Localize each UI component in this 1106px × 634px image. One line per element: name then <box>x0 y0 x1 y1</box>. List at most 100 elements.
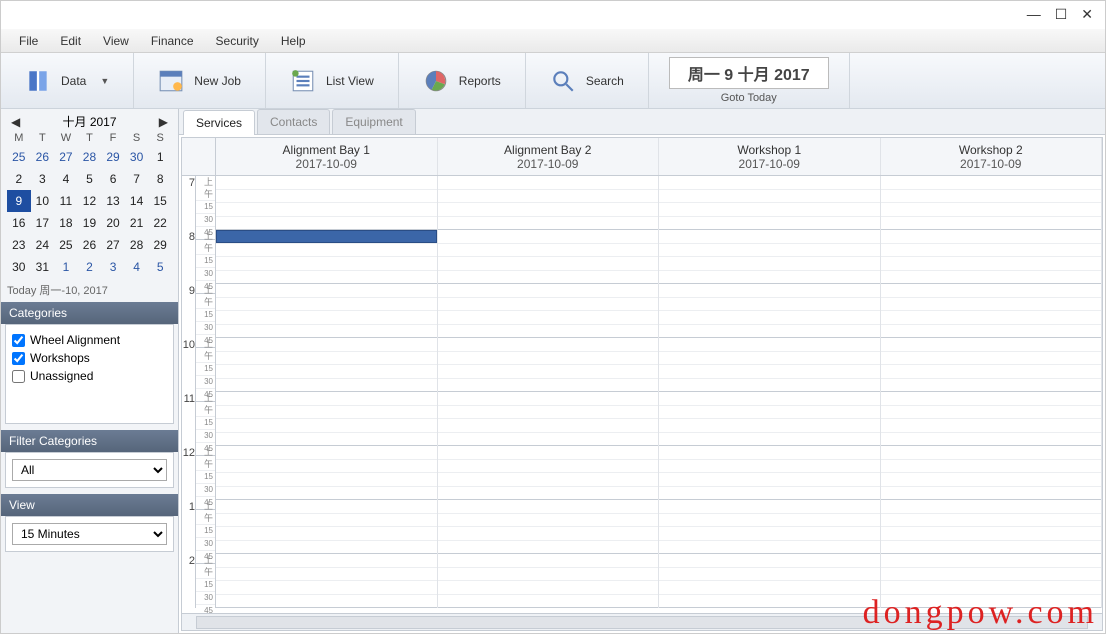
calendar-day[interactable]: 30 <box>7 256 31 278</box>
schedule-cell[interactable] <box>659 230 881 284</box>
category-checkbox[interactable] <box>12 370 25 383</box>
reports-button[interactable]: Reports <box>399 53 526 108</box>
calendar-day[interactable]: 1 <box>54 256 78 278</box>
minimize-icon[interactable]: — <box>1027 7 1041 23</box>
calendar-day[interactable]: 26 <box>31 146 55 168</box>
calendar-day[interactable]: 31 <box>31 256 55 278</box>
tab-equipment[interactable]: Equipment <box>332 109 415 134</box>
calendar-day[interactable]: 18 <box>54 212 78 234</box>
calendar-day[interactable]: 28 <box>125 234 149 256</box>
schedule-cell[interactable] <box>881 554 1103 608</box>
schedule-cell[interactable] <box>216 338 438 392</box>
prev-month-icon[interactable]: ◀ <box>7 115 24 129</box>
schedule-cell[interactable] <box>881 392 1103 446</box>
calendar-day[interactable]: 7 <box>125 168 149 190</box>
schedule-cell[interactable] <box>659 338 881 392</box>
calendar-day[interactable]: 5 <box>78 168 102 190</box>
today-link[interactable]: Today 周一-10, 2017 <box>1 280 178 302</box>
schedule-cell[interactable] <box>438 554 660 608</box>
next-month-icon[interactable]: ▶ <box>155 115 172 129</box>
menu-file[interactable]: File <box>9 31 48 50</box>
calendar-day[interactable]: 3 <box>101 256 125 278</box>
schedule-cell[interactable] <box>438 500 660 554</box>
category-checkbox[interactable] <box>12 352 25 365</box>
category-item[interactable]: Wheel Alignment <box>12 331 167 349</box>
schedule-cell[interactable] <box>881 230 1103 284</box>
calendar-day[interactable]: 21 <box>125 212 149 234</box>
schedule-cell[interactable] <box>438 284 660 338</box>
calendar-day[interactable]: 13 <box>101 190 125 212</box>
schedule-cell[interactable] <box>216 554 438 608</box>
calendar-day[interactable]: 28 <box>78 146 102 168</box>
schedule-cell[interactable] <box>216 284 438 338</box>
calendar-day[interactable]: 27 <box>54 146 78 168</box>
calendar-day[interactable]: 5 <box>148 256 172 278</box>
schedule-cell[interactable] <box>881 338 1103 392</box>
calendar-day[interactable]: 6 <box>101 168 125 190</box>
close-icon[interactable]: ✕ <box>1081 7 1093 23</box>
new-job-button[interactable]: New Job <box>134 53 266 108</box>
schedule-cell[interactable] <box>659 500 881 554</box>
menu-help[interactable]: Help <box>271 31 316 50</box>
schedule-cell[interactable] <box>438 176 660 230</box>
calendar-day[interactable]: 16 <box>7 212 31 234</box>
schedule-cell[interactable] <box>881 176 1103 230</box>
calendar-day[interactable]: 9 <box>7 190 31 212</box>
filter-select[interactable]: All <box>12 459 167 481</box>
calendar-day[interactable]: 2 <box>78 256 102 278</box>
schedule-cell[interactable] <box>881 284 1103 338</box>
calendar-day[interactable]: 3 <box>31 168 55 190</box>
calendar-day[interactable]: 23 <box>7 234 31 256</box>
calendar-day[interactable]: 27 <box>101 234 125 256</box>
schedule-cell[interactable] <box>881 446 1103 500</box>
calendar-day[interactable]: 10 <box>31 190 55 212</box>
schedule-cell[interactable] <box>216 230 438 284</box>
schedule-cell[interactable] <box>216 392 438 446</box>
category-item[interactable]: Workshops <box>12 349 167 367</box>
maximize-icon[interactable]: ☐ <box>1055 7 1068 23</box>
calendar-day[interactable]: 4 <box>125 256 149 278</box>
calendar-day[interactable]: 25 <box>54 234 78 256</box>
calendar-day[interactable]: 2 <box>7 168 31 190</box>
appointment[interactable] <box>216 230 437 243</box>
schedule-cell[interactable] <box>659 392 881 446</box>
schedule-cell[interactable] <box>659 176 881 230</box>
calendar-day[interactable]: 26 <box>78 234 102 256</box>
search-button[interactable]: Search <box>526 53 649 108</box>
schedule-cell[interactable] <box>659 284 881 338</box>
data-button[interactable]: Data ▼ <box>1 53 134 108</box>
menu-finance[interactable]: Finance <box>141 31 204 50</box>
schedule-cell[interactable] <box>216 500 438 554</box>
schedule-cell[interactable] <box>438 392 660 446</box>
list-view-button[interactable]: List View <box>266 53 399 108</box>
calendar-day[interactable]: 19 <box>78 212 102 234</box>
calendar-day[interactable]: 1 <box>148 146 172 168</box>
schedule-cell[interactable] <box>216 176 438 230</box>
view-select[interactable]: 15 Minutes <box>12 523 167 545</box>
menu-edit[interactable]: Edit <box>50 31 91 50</box>
calendar-day[interactable]: 29 <box>101 146 125 168</box>
schedule-cell[interactable] <box>438 230 660 284</box>
goto-today[interactable]: 周一 9 十月 2017 Goto Today <box>649 53 850 108</box>
schedule-cell[interactable] <box>438 446 660 500</box>
horizontal-scrollbar[interactable] <box>182 613 1102 630</box>
schedule-cell[interactable] <box>659 554 881 608</box>
category-checkbox[interactable] <box>12 334 25 347</box>
calendar-day[interactable]: 8 <box>148 168 172 190</box>
tab-services[interactable]: Services <box>183 110 255 135</box>
menu-view[interactable]: View <box>93 31 139 50</box>
calendar-day[interactable]: 14 <box>125 190 149 212</box>
tab-contacts[interactable]: Contacts <box>257 109 330 134</box>
calendar-day[interactable]: 15 <box>148 190 172 212</box>
calendar-day[interactable]: 24 <box>31 234 55 256</box>
schedule-cell[interactable] <box>438 338 660 392</box>
calendar-day[interactable]: 30 <box>125 146 149 168</box>
menu-security[interactable]: Security <box>206 31 269 50</box>
schedule-cell[interactable] <box>881 500 1103 554</box>
calendar-day[interactable]: 20 <box>101 212 125 234</box>
calendar-day[interactable]: 4 <box>54 168 78 190</box>
calendar-day[interactable]: 22 <box>148 212 172 234</box>
schedule-cell[interactable] <box>216 446 438 500</box>
calendar-day[interactable]: 17 <box>31 212 55 234</box>
schedule-cell[interactable] <box>659 446 881 500</box>
